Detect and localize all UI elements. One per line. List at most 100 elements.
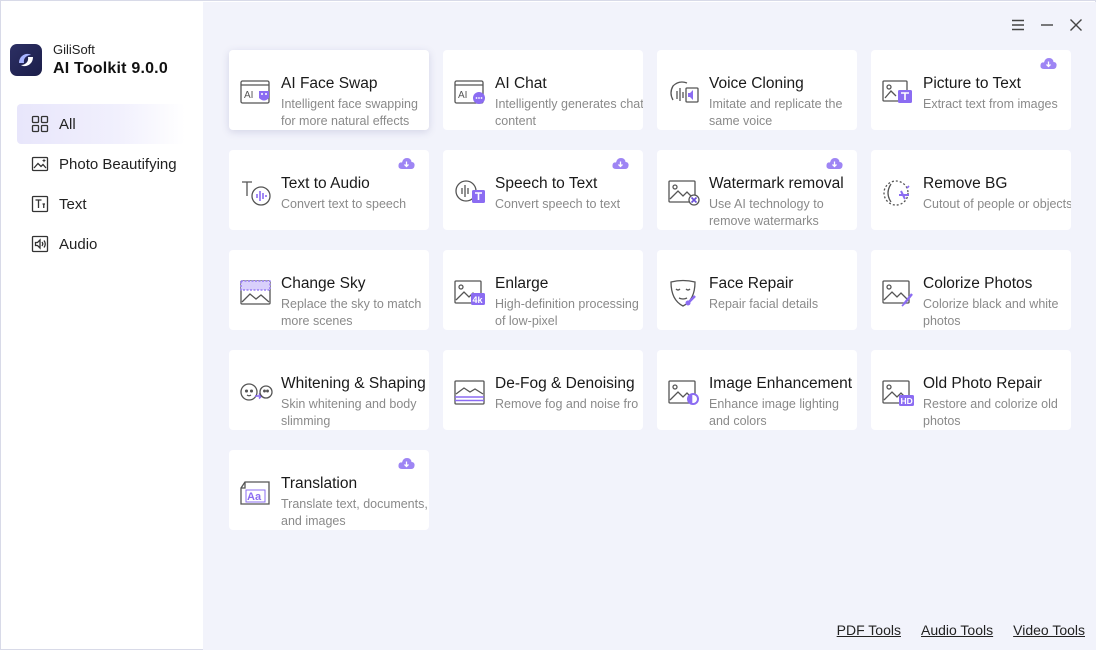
audio-tools-link[interactable]: Audio Tools [921, 622, 993, 638]
remove-bg-icon [883, 180, 910, 206]
tool-card-text-to-audio[interactable]: Text to Audio Convert text to speech [229, 150, 429, 230]
svg-text:AI: AI [458, 90, 467, 101]
sidebar-item-photo-beautifying[interactable]: Photo Beautifying [17, 144, 185, 184]
download-cloud-icon[interactable] [1040, 57, 1057, 70]
tool-card-face-repair[interactable]: Face Repair Repair facial details [657, 250, 857, 330]
voice-clone-icon [670, 81, 699, 103]
tool-title: Text to Audio [281, 175, 370, 192]
brand-company: GiliSoft [53, 42, 95, 57]
sidebar-item-audio[interactable]: Audio [17, 224, 185, 264]
tool-title: Remove BG [923, 175, 1008, 192]
tool-desc: Intelligent face swapping for more natur… [281, 97, 418, 128]
sidebar-item-text[interactable]: Text [17, 184, 185, 224]
tool-desc: Enhance image lighting and colors [709, 397, 839, 428]
picture-text-icon [882, 80, 912, 103]
download-cloud-icon[interactable] [826, 157, 843, 170]
svg-text:HD: HD [901, 396, 913, 406]
tool-title: Picture to Text [923, 75, 1021, 92]
tool-desc: Repair facial details [709, 297, 819, 311]
tool-title: Whitening & Shaping [281, 375, 426, 392]
ai-chat-icon: AI [454, 80, 485, 104]
defog-icon [454, 380, 485, 405]
tool-desc: Convert speech to text [495, 197, 621, 211]
pdf-tools-link[interactable]: PDF Tools [837, 622, 901, 638]
tool-title: Watermark removal [709, 175, 844, 192]
tool-title: Old Photo Repair [923, 375, 1042, 392]
tool-card-ai-face-swap[interactable]: AI AI Face Swap Intelligent face swappin… [229, 50, 429, 130]
watermark-icon [668, 180, 700, 206]
brand: GiliSoft AI Toolkit 9.0.0 [10, 43, 168, 77]
tool-desc: Extract text from images [923, 97, 1058, 111]
tool-card-whitening-shaping[interactable]: Whitening & Shaping Skin whitening and b… [229, 350, 429, 430]
tool-card-old-photo-repair[interactable]: HD Old Photo Repair Restore and colorize… [871, 350, 1071, 430]
download-cloud-icon[interactable] [612, 157, 629, 170]
tool-card-defog-denoising[interactable]: De-Fog & Denoising Remove fog and noise … [443, 350, 643, 430]
face-repair-icon [670, 279, 696, 307]
tool-desc: Convert text to speech [281, 197, 407, 211]
tool-card-speech-to-text[interactable]: Speech to Text Convert speech to text [443, 150, 643, 230]
svg-text:AI: AI [244, 90, 253, 101]
tool-title: Image Enhancement [709, 375, 853, 392]
audio-icon [31, 235, 49, 253]
enhance-icon [668, 380, 699, 405]
close-icon[interactable] [1067, 16, 1084, 33]
tool-card-image-enhancement[interactable]: Image Enhancement Enhance image lighting… [657, 350, 857, 430]
video-tools-link[interactable]: Video Tools [1013, 622, 1085, 638]
tool-card-remove-bg[interactable]: Remove BG Cutout of people or objects [871, 150, 1071, 230]
speech-text-icon [455, 180, 485, 203]
tool-card-change-sky[interactable]: Change Sky Replace the sky to match more… [229, 250, 429, 330]
menu-icon[interactable] [1009, 16, 1026, 33]
photo-icon [31, 156, 49, 172]
footer-links: PDF Tools Audio Tools Video Tools [837, 622, 1085, 638]
tool-title: Change Sky [281, 275, 366, 292]
tool-title: AI Face Swap [281, 75, 378, 92]
download-cloud-icon[interactable] [398, 457, 415, 470]
sidebar-nav: All Photo Beautifying Text Audio [17, 104, 185, 264]
app-window: GiliSoft AI Toolkit 9.0.0 All Photo Beau… [0, 0, 1096, 650]
whitening-icon [240, 383, 273, 401]
svg-text:Aa: Aa [247, 491, 262, 503]
tool-desc: Translate text, documents, and images [281, 497, 428, 528]
tool-desc: Remove fog and noise fro [495, 397, 639, 411]
tool-title: Enlarge [495, 275, 549, 292]
download-cloud-icon[interactable] [398, 157, 415, 170]
sidebar-item-label: Text [59, 195, 87, 213]
sidebar-item-label: Audio [59, 235, 98, 253]
old-photo-icon: HD [882, 380, 914, 406]
tool-desc: Replace the sky to match more scenes [281, 297, 422, 328]
text-icon [31, 195, 49, 213]
tool-title: Translation [281, 475, 358, 492]
sidebar-item-label: Photo Beautifying [59, 155, 177, 173]
tool-desc: Cutout of people or objects [923, 197, 1071, 211]
window-controls [1009, 16, 1084, 33]
tool-card-watermark-removal[interactable]: Watermark removal Use AI technology to r… [657, 150, 857, 230]
tool-desc: Restore and colorize old photos [923, 397, 1058, 428]
tool-title: Face Repair [709, 275, 794, 292]
tool-card-ai-chat[interactable]: AI AI Chat Intelligently generates chat … [443, 50, 643, 130]
text-audio-icon [242, 181, 271, 206]
tool-title: Voice Cloning [709, 75, 804, 92]
tool-card-translation[interactable]: Aa Translation Translate text, documents… [229, 450, 429, 530]
main-panel: AI AI Face Swap Intelligent face swappin… [203, 2, 1096, 650]
enlarge-icon: 4k [454, 280, 485, 305]
app-logo-icon [10, 44, 42, 76]
face-swap-icon: AI [240, 80, 270, 104]
svg-text:4k: 4k [473, 295, 484, 305]
grid-icon [31, 115, 49, 133]
change-sky-icon [240, 280, 271, 305]
brand-product: AI Toolkit 9.0.0 [53, 60, 168, 77]
tool-card-picture-to-text[interactable]: Picture to Text Extract text from images [871, 50, 1071, 130]
sidebar-item-all[interactable]: All [17, 104, 185, 144]
tool-desc: Intelligently generates chat content [495, 97, 643, 128]
sidebar: GiliSoft AI Toolkit 9.0.0 All Photo Beau… [1, 1, 202, 649]
tool-desc: Imitate and replicate the same voice [709, 97, 843, 128]
tool-title: De-Fog & Denoising [495, 375, 635, 392]
tool-title: Speech to Text [495, 175, 598, 192]
tool-card-colorize-photos[interactable]: Colorize Photos Colorize black and white… [871, 250, 1071, 330]
tool-title: AI Chat [495, 75, 547, 92]
tool-card-voice-cloning[interactable]: Voice Cloning Imitate and replicate the … [657, 50, 857, 130]
colorize-icon [882, 280, 913, 307]
minimize-icon[interactable] [1038, 16, 1055, 33]
tool-card-enlarge[interactable]: 4k Enlarge High-definition processing of… [443, 250, 643, 330]
tool-desc: Use AI technology to remove watermarks [709, 197, 824, 228]
